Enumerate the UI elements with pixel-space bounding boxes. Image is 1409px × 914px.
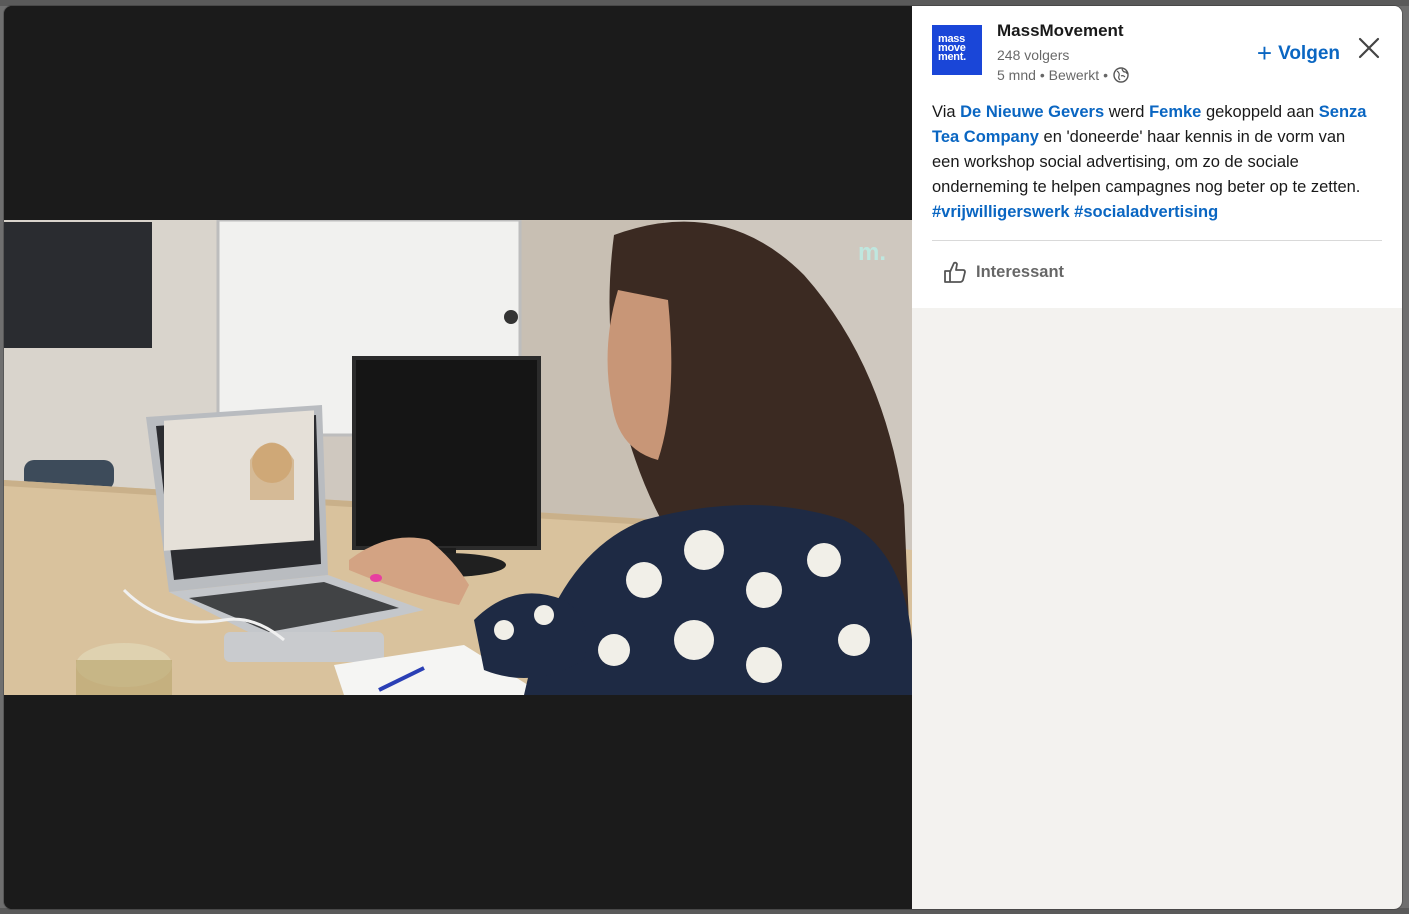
- photo-illustration: m.: [4, 220, 912, 695]
- text-segment: werd: [1104, 103, 1150, 121]
- edited-label: Bewerkt: [1048, 67, 1100, 83]
- logo-line-3: ment.: [938, 51, 966, 63]
- follower-count: 248 volgers: [997, 47, 1070, 63]
- text-segment: gekoppeld aan: [1201, 103, 1319, 121]
- thumbs-up-icon: [944, 261, 966, 283]
- post-card: mass move ment. MassMovement 248 volgers…: [912, 6, 1402, 308]
- follow-button[interactable]: + Volgen: [1256, 37, 1340, 68]
- divider: [932, 240, 1382, 241]
- author-info: MassMovement 248 volgers 5 mnd • Bewerkt…: [997, 20, 1257, 85]
- post-time: 5 mnd: [997, 67, 1036, 83]
- text-segment: Via: [932, 103, 961, 121]
- meta-separator-2: •: [1103, 67, 1108, 83]
- hashtag-socialadvertising[interactable]: #socialadvertising: [1074, 203, 1218, 221]
- post-header: mass move ment. MassMovement 248 volgers…: [932, 20, 1382, 85]
- plus-icon: +: [1256, 37, 1273, 68]
- post-viewer-modal: m. mass move ment. MassMovement 248 volg…: [4, 6, 1402, 909]
- post-photo[interactable]: m.: [4, 220, 912, 695]
- author-name[interactable]: MassMovement: [997, 20, 1257, 42]
- close-icon[interactable]: [1356, 35, 1382, 61]
- globe-icon: [1113, 67, 1129, 83]
- post-detail-panel: mass move ment. MassMovement 248 volgers…: [912, 6, 1402, 909]
- mention-femke[interactable]: Femke: [1149, 103, 1201, 121]
- post-text: Via De Nieuwe Gevers werd Femke gekoppel…: [932, 100, 1372, 225]
- follow-label: Volgen: [1278, 43, 1340, 64]
- reaction-button[interactable]: Interessant: [942, 259, 1382, 285]
- company-logo[interactable]: mass move ment.: [932, 25, 982, 75]
- media-area: m.: [4, 6, 912, 909]
- hashtag-vrijwilligerswerk[interactable]: #vrijwilligerswerk: [932, 203, 1070, 221]
- mention-de-nieuwe-gevers[interactable]: De Nieuwe Gevers: [960, 103, 1104, 121]
- reaction-label: Interessant: [976, 262, 1065, 281]
- post-meta: 5 mnd • Bewerkt •: [997, 65, 1257, 85]
- meta-separator: •: [1039, 67, 1045, 83]
- photo-watermark: m.: [858, 239, 886, 266]
